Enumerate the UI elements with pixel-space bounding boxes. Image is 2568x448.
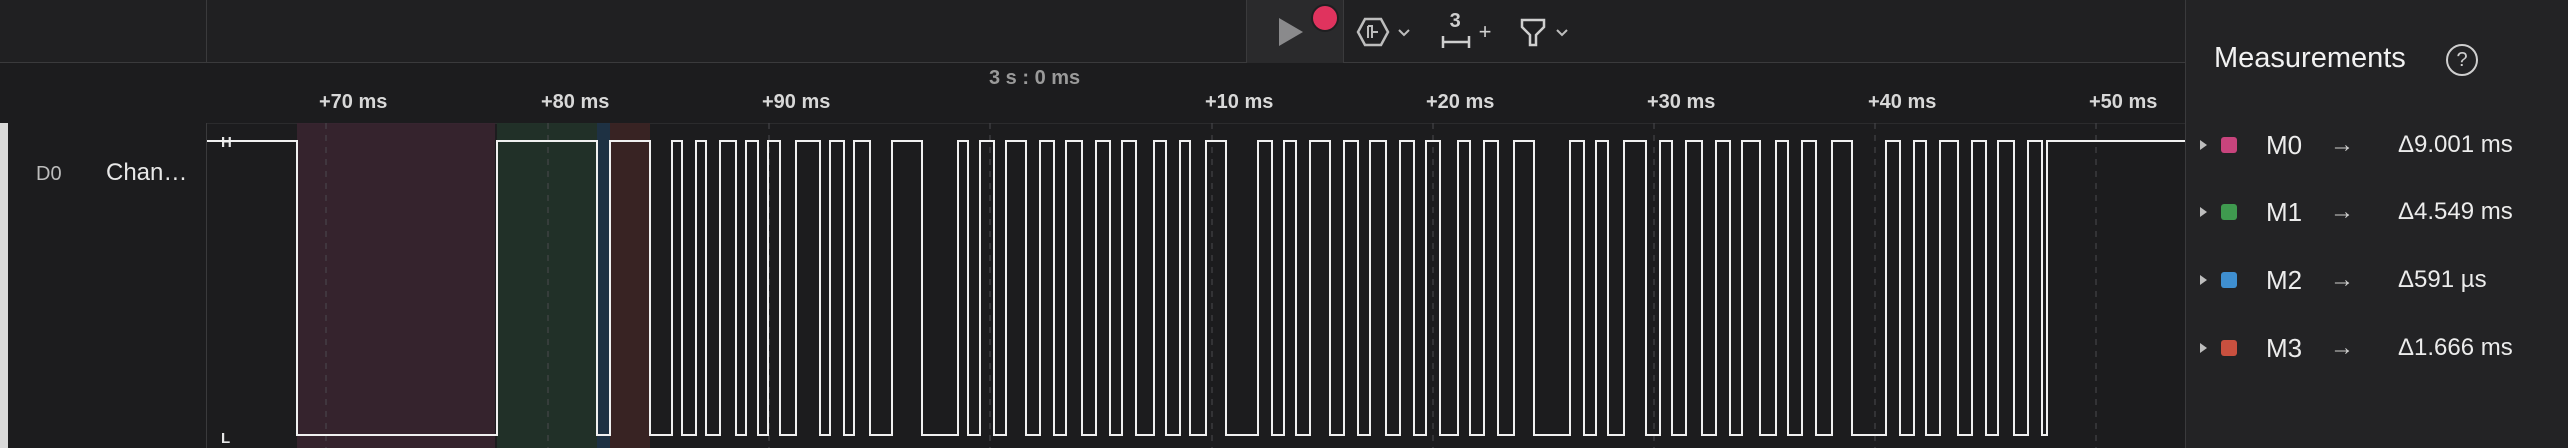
start-capture-button[interactable] [1246,0,1344,63]
top-toolbar: 3 + [0,0,2185,63]
measurement-row-m2[interactable]: M2 → Δ591 µs [2186,260,2568,300]
low-level-label: L [221,430,230,447]
measurement-color-swatch [2221,204,2237,220]
expand-caret-icon[interactable] [2200,207,2207,217]
channel-name[interactable]: Chan… [106,159,187,187]
measurement-region-m3[interactable] [610,123,650,448]
tick-label: +90 ms [762,91,831,113]
arrow-right-icon: → [2330,198,2354,225]
arrow-right-icon: → [2330,334,2354,361]
tick-label: +50 ms [2089,91,2158,113]
tick-label: +70 ms [319,91,388,113]
measurement-value: Δ9.001 ms [2398,131,2513,158]
measurement-row-m0[interactable]: M0 → Δ9.001 ms [2186,125,2568,165]
trigger-dropdown-button[interactable] [1344,0,1424,63]
measurement-color-swatch [2221,340,2237,356]
tick-label: +20 ms [1426,91,1495,113]
tick-label: +80 ms [541,91,610,113]
timing-marker-plus: + [1478,18,1492,44]
measurement-region-m2[interactable] [597,123,610,448]
channel-number: D0 [36,163,62,185]
timing-marker-icon [1441,35,1470,48]
arrow-right-icon: → [2330,131,2354,158]
waveform-area[interactable]: H L [207,123,2185,448]
measurement-name: M3 [2266,332,2303,363]
tick-label: +40 ms [1868,91,1937,113]
measurement-name: M1 [2266,196,2303,227]
tick-label: +10 ms [1205,91,1274,113]
measurement-name: M2 [2266,264,2303,295]
expand-caret-icon[interactable] [2200,140,2207,150]
help-icon[interactable]: ? [2446,44,2478,76]
channel-color-strip [0,123,8,448]
measurement-color-swatch [2221,137,2237,153]
expand-caret-icon[interactable] [2200,343,2207,353]
capture-toolbar: 3 + [1246,0,1584,63]
arrow-right-icon: → [2330,266,2354,293]
measurement-color-swatch [2221,272,2237,288]
add-timing-marker-button[interactable]: 3 + [1424,0,1504,63]
time-ruler[interactable]: 3 s : 0 ms +70 ms +80 ms +90 ms +10 ms +… [207,63,2185,123]
measurement-region-m1[interactable] [497,123,597,448]
toolbar-left-cell [0,0,207,63]
channel-header[interactable]: D0 Chan… [0,123,207,448]
center-time-label: 3 s : 0 ms [989,67,1081,89]
chevron-down-icon [1556,28,1568,36]
measurement-value: Δ4.549 ms [2398,198,2513,225]
hexagon-trigger-icon [1356,17,1390,46]
funnel-icon [1520,18,1546,46]
waveform-svg: H L [207,123,2185,448]
tick-label: +30 ms [1647,91,1716,113]
filter-dropdown-button[interactable] [1504,0,1584,63]
recording-indicator-icon [1311,4,1339,32]
measurement-value: Δ1.666 ms [2398,334,2513,361]
measurement-name: M0 [2266,129,2303,160]
measurement-row-m1[interactable]: M1 → Δ4.549 ms [2186,192,2568,232]
expand-caret-icon[interactable] [2200,275,2207,285]
chevron-down-icon [1398,28,1410,36]
measurement-region-m0[interactable] [297,123,495,448]
measurement-row-m3[interactable]: M3 → Δ1.666 ms [2186,328,2568,368]
measurements-title: Measurements [2214,42,2406,74]
measurements-panel: Measurements ? M0 → Δ9.001 ms M1 → Δ4.54… [2185,0,2568,448]
high-level-label: H [221,134,232,151]
measurement-value: Δ591 µs [2398,266,2487,293]
play-icon [1279,17,1303,46]
